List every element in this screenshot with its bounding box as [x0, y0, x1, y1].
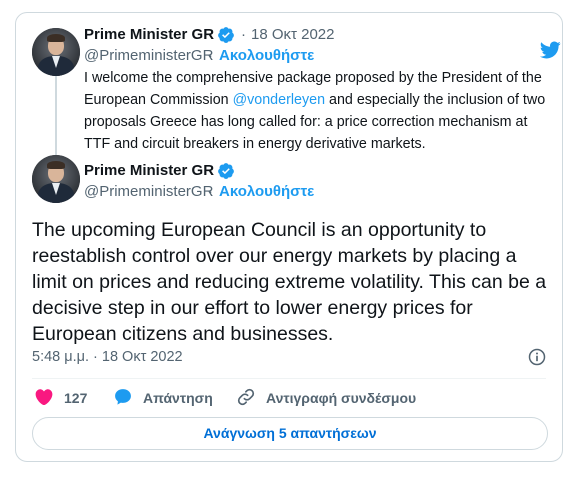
tweet-timestamp[interactable]: 5:48 μ.μ. · 18 Οκτ 2022	[32, 347, 183, 367]
like-count[interactable]: 127	[64, 387, 87, 409]
date-separator: ·	[241, 26, 246, 43]
main-author-name[interactable]: Prime Minister GR	[84, 161, 214, 181]
thread-connector-line	[55, 76, 57, 160]
verified-badge-icon	[218, 163, 234, 179]
handle-separator: ·	[208, 47, 213, 64]
copy-link-label[interactable]: Αντιγραφή συνδέσμου	[266, 387, 416, 409]
info-icon[interactable]	[527, 347, 547, 367]
divider	[32, 378, 546, 379]
quoted-date[interactable]: 18 Οκτ 2022	[251, 25, 334, 45]
avatar-quoted[interactable]	[32, 28, 80, 76]
tweet-embed-card: Prime Minister GR · 18 Οκτ 2022 @Primemi…	[15, 12, 563, 462]
reply-bubble-icon[interactable]	[113, 387, 133, 407]
quoted-tweet-text: I welcome the comprehensive package prop…	[84, 67, 554, 155]
quoted-handle[interactable]: @PrimeministerGR	[84, 46, 213, 66]
heart-icon[interactable]	[34, 387, 54, 407]
twitter-bird-icon[interactable]	[537, 39, 563, 61]
mention-link[interactable]: @vonderleyen	[233, 92, 325, 108]
avatar-main[interactable]	[32, 155, 80, 203]
follow-link-main[interactable]: Ακολουθήστε	[219, 182, 314, 202]
main-tweet-text: The upcoming European Council is an oppo…	[32, 219, 547, 345]
main-handle[interactable]: @PrimeministerGR	[84, 182, 213, 202]
handle-separator: ·	[208, 183, 213, 200]
follow-link-quoted[interactable]: Ακολουθήστε	[219, 46, 314, 66]
read-replies-button[interactable]: Ανάγνωση 5 απαντήσεων	[32, 417, 548, 450]
quoted-author-name[interactable]: Prime Minister GR	[84, 25, 214, 45]
reply-label[interactable]: Απάντηση	[143, 387, 213, 409]
verified-badge-icon	[218, 27, 234, 43]
link-icon[interactable]	[236, 387, 256, 407]
